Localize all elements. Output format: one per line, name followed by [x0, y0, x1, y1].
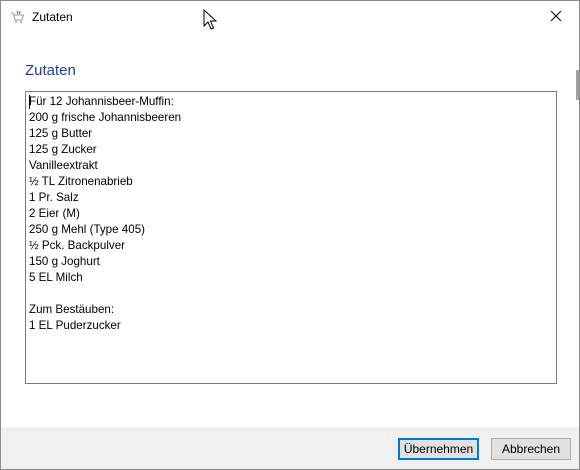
apply-button[interactable]: Übernehmen: [398, 438, 479, 460]
dialog-heading: Zutaten: [25, 62, 76, 79]
ingredient-line: 125 g Butter: [29, 127, 93, 140]
ingredient-line: 5 EL Milch: [29, 271, 83, 284]
close-button[interactable]: [533, 1, 579, 32]
close-icon: [550, 8, 562, 26]
ingredient-line: ½ TL Zitronenabrieb: [29, 175, 133, 188]
ingredient-line: 150 g Joghurt: [29, 255, 100, 268]
dialog-window: Zutaten Zutaten Für 12 Johannisbeer-Muff…: [0, 0, 580, 470]
ingredient-line: Vanilleextrakt: [29, 159, 98, 172]
ingredient-line: 125 g Zucker: [29, 143, 97, 156]
window-title: Zutaten: [32, 10, 73, 24]
text-caret: [29, 95, 30, 109]
ingredient-line: 1 EL Puderzucker: [29, 319, 121, 332]
ingredient-line: 200 g frische Johannisbeeren: [29, 111, 182, 124]
ingredients-textarea[interactable]: Für 12 Johannisbeer-Muffin: 200 g frische…: [25, 91, 557, 384]
basket-icon: [9, 9, 25, 25]
window-edge-shadow: [576, 70, 579, 100]
ingredient-line: ½ Pck. Backpulver: [29, 239, 126, 252]
ingredient-line: [29, 286, 553, 302]
ingredient-line: 2 Eier (M): [29, 207, 80, 220]
ingredient-line: 250 g Mehl (Type 405): [29, 223, 146, 236]
cancel-button[interactable]: Abbrechen: [491, 438, 571, 460]
title-bar[interactable]: Zutaten: [1, 1, 579, 32]
mouse-pointer-icon: [203, 9, 217, 30]
ingredient-line: Zum Bestäuben:: [29, 303, 115, 316]
ingredient-line: 1 Pr. Salz: [29, 191, 79, 204]
ingredient-line: Für 12 Johannisbeer-Muffin:: [29, 95, 174, 108]
button-bar: Übernehmen Abbrechen: [1, 427, 579, 469]
